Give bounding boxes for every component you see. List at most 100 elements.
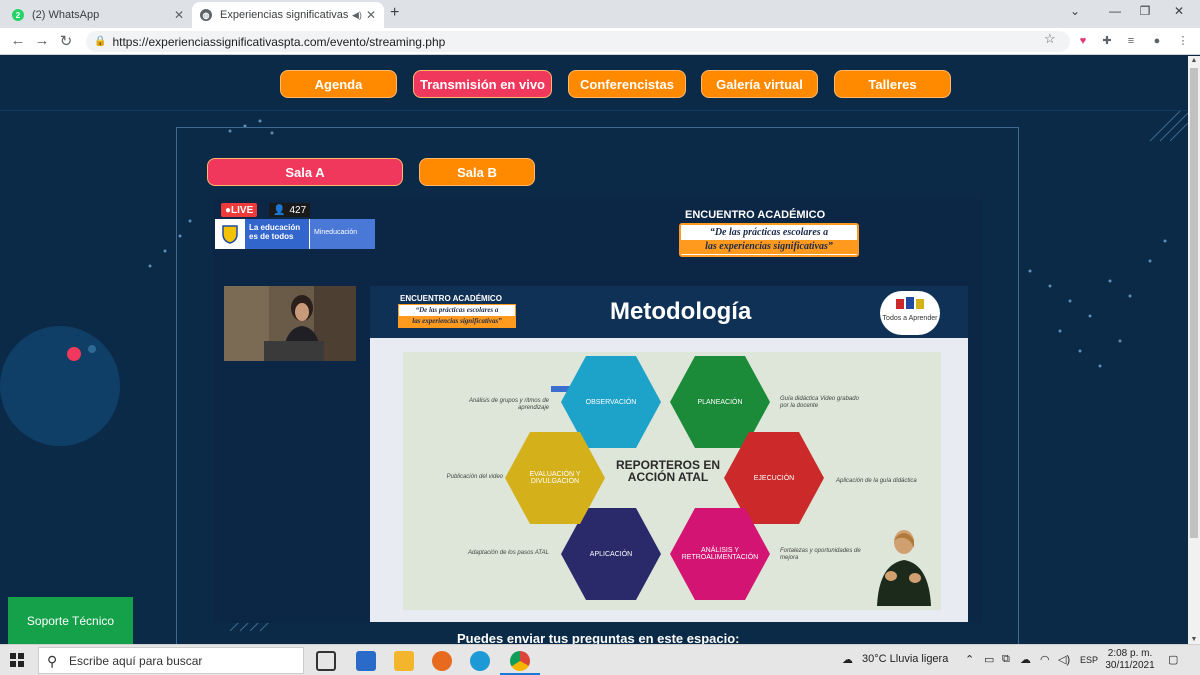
note-evaluacion: Publicación del video	[446, 474, 503, 480]
nav-transmision[interactable]: Transmisión en vivo	[413, 70, 552, 98]
minimize-button[interactable]: —	[1100, 4, 1130, 18]
mail-icon[interactable]	[356, 651, 376, 671]
event-subtitle: “De las prácticas escolares a las experi…	[679, 223, 859, 257]
slide-title: Metodología	[610, 298, 752, 325]
scroll-down-icon[interactable]: ▼	[1188, 636, 1200, 643]
edge-icon[interactable]	[470, 651, 490, 671]
scrollbar-thumb[interactable]	[1190, 68, 1198, 538]
clock-time: 2:08 p. m.	[1107, 648, 1153, 659]
browser-toolbar: ← → ↻ 🔒 https://experienciassignificativ…	[0, 28, 1200, 55]
nav-talleres[interactable]: Talleres	[834, 70, 951, 98]
globe-icon: ◍	[200, 9, 212, 21]
extension-heart-icon[interactable]: ♥	[1076, 34, 1090, 48]
media-queue-icon[interactable]: ≡	[1124, 34, 1138, 48]
event-title: ENCUENTRO ACADÉMICO	[685, 209, 826, 221]
note-analisis: Fortalezas y oportunidades de mejora	[780, 548, 861, 561]
chevron-up-icon[interactable]: ⌃	[965, 653, 974, 666]
windows-start-icon[interactable]	[10, 653, 24, 667]
taskbar-search-placeholder: Escribe aquí para buscar	[69, 653, 203, 668]
new-tab-button[interactable]: +	[390, 4, 399, 22]
page-scrollbar[interactable]: ▲ ▼	[1188, 56, 1200, 644]
weather-text[interactable]: 30°C Lluvia ligera	[862, 653, 948, 665]
event-subtitle-line2: las experiencias significativas”	[681, 240, 857, 254]
language-indicator[interactable]: ESP	[1080, 655, 1098, 665]
clock[interactable]: 2:08 p. m. 30/11/2021	[1100, 648, 1160, 672]
volume-icon[interactable]: ◁)	[1058, 653, 1070, 666]
notifications-icon[interactable]: ▢	[1168, 653, 1178, 666]
note-ejecucion: Aplicación de la guía didáctica	[836, 478, 917, 484]
speaker-video	[224, 286, 356, 361]
weather-icon[interactable]: ☁	[842, 653, 853, 666]
nav-galeria[interactable]: Galería virtual	[701, 70, 818, 98]
nav-conferencistas[interactable]: Conferencistas	[568, 70, 686, 98]
reload-button[interactable]: ↻	[56, 32, 76, 50]
file-explorer-icon[interactable]	[394, 651, 414, 671]
mineducacion-logo: La educación es de todos Mineducación	[215, 219, 375, 249]
live-badge: ● LIVE	[221, 203, 258, 217]
taskbar-search-box[interactable]: ⚲ Escribe aquí para buscar	[38, 647, 304, 674]
slide-event-subtitle-line2: las experiencias significativas”	[399, 316, 515, 327]
menu-kebab-icon[interactable]: ⋮	[1176, 34, 1190, 48]
note-observacion: Análisis de grupos y ritmos de aprendiza…	[468, 398, 549, 411]
logo-text-1: Todos a	[882, 315, 908, 322]
main-area: Sala A Sala B ● LIVE 👤 427 La educación …	[0, 111, 1188, 644]
methodology-diagram: OBSERVACIÓN PLANEACIÓN EJECUCIÓN ANÁLISI…	[403, 352, 941, 610]
task-view-icon[interactable]	[316, 651, 336, 671]
tab-title: (2) WhatsApp	[32, 9, 100, 21]
usb-icon[interactable]: ⧉	[1002, 653, 1010, 666]
hex-label: OBSERVACIÓN	[585, 398, 637, 406]
todos-a-aprender-logo: Todos a Aprender	[880, 291, 940, 335]
clock-date: 30/11/2021	[1105, 660, 1155, 671]
profile-avatar-icon[interactable]: ●	[1150, 34, 1164, 48]
close-window-button[interactable]: ✕	[1164, 4, 1194, 18]
gov-logo-right: Mineducación	[309, 219, 375, 249]
site-nav: Agenda Transmisión en vivo Conferencista…	[0, 56, 1188, 111]
sign-language-interpreter	[877, 530, 931, 606]
hex-label: PLANEACIÓN	[697, 398, 743, 406]
hex-label: EJECUCIÓN	[753, 474, 795, 482]
user-icon: 👤	[273, 204, 286, 216]
maximize-button[interactable]: ❐	[1130, 4, 1160, 18]
note-aplicacion: Adaptación de los pasos ATAL	[468, 550, 549, 556]
slide-header: ENCUENTRO ACADÉMICO “De las prácticas es…	[370, 286, 968, 338]
audio-icon[interactable]: ◀)	[352, 10, 362, 21]
diagram-center-label: REPORTEROS EN ACCIÓN ATAL	[615, 458, 720, 484]
tab-whatsapp[interactable]: 2 (2) WhatsApp ✕	[4, 2, 192, 28]
lock-icon: 🔒	[94, 36, 107, 47]
scroll-up-icon[interactable]: ▲	[1188, 57, 1200, 64]
hex-label: APLICACIÓN	[589, 550, 633, 558]
logo-text-2: Aprender	[908, 315, 938, 322]
browser-tab-strip: 2 (2) WhatsApp ✕ ◍ Experiencias signific…	[0, 0, 1200, 28]
colombia-seal-icon	[215, 219, 245, 249]
bookmark-star-icon[interactable]: ☆	[1044, 31, 1056, 47]
whatsapp-icon: 2	[12, 9, 24, 21]
extensions-puzzle-icon[interactable]: ✚	[1100, 34, 1114, 48]
tab-search-icon[interactable]: ⌄	[1060, 4, 1090, 18]
hex-label: ANÁLISIS Y RETROALIMENTACIÓN	[681, 547, 759, 561]
wifi-icon[interactable]: ◠	[1040, 653, 1050, 666]
search-icon: ⚲	[47, 653, 58, 669]
slide-event-subtitle: “De las prácticas escolares a las experi…	[398, 304, 516, 328]
room-tab-sala-a[interactable]: Sala A	[207, 158, 403, 186]
room-tab-sala-b[interactable]: Sala B	[419, 158, 535, 186]
tab-streaming[interactable]: ◍ Experiencias significativas PTA ◀) ✕	[192, 2, 384, 28]
slide-event-subtitle-line1: “De las prácticas escolares a	[415, 306, 499, 314]
windows-taskbar: ⚲ Escribe aquí para buscar ☁ 30°C Lluvia…	[0, 644, 1200, 675]
tab-title: Experiencias significativas PTA	[220, 9, 349, 21]
onedrive-icon[interactable]: ☁	[1020, 653, 1031, 666]
hex-label: EVALUACIÓN Y DIVULGACIÓN	[529, 471, 581, 485]
books-icon	[896, 297, 924, 309]
chrome-icon[interactable]	[510, 651, 530, 671]
technical-support-button[interactable]: Soporte Técnico	[8, 597, 133, 644]
close-icon[interactable]: ✕	[174, 8, 184, 22]
back-button[interactable]: ←	[8, 32, 28, 49]
video-player[interactable]: ● LIVE 👤 427 La educación es de todos Mi…	[213, 199, 981, 623]
address-bar[interactable]: 🔒 https://experienciassignificativaspta.…	[86, 31, 1070, 52]
slide-event-title: ENCUENTRO ACADÉMICO	[400, 294, 502, 303]
firefox-icon[interactable]	[432, 651, 452, 671]
nav-agenda[interactable]: Agenda	[280, 70, 397, 98]
forward-button[interactable]: →	[32, 32, 52, 49]
note-planeacion: Guía didáctica Video grabado por la doce…	[780, 396, 859, 409]
close-icon[interactable]: ✕	[366, 8, 376, 22]
battery-icon[interactable]: ▭	[984, 653, 994, 666]
